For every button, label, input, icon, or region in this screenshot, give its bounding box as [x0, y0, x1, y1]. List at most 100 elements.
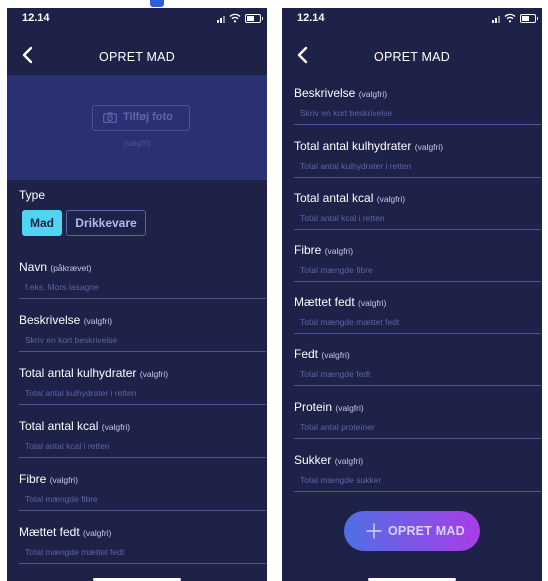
- field-underline: [19, 404, 266, 405]
- field-label-text: Total antal kulhydrater: [19, 366, 137, 380]
- field-label: Total antal kcal (valgfri): [19, 419, 130, 433]
- field-underline: [294, 438, 541, 439]
- nav-bar: OPRET MAD: [282, 40, 542, 76]
- field-label: Fibre (valgfri): [294, 243, 353, 257]
- field-underline: [294, 177, 541, 178]
- kcal-input[interactable]: [19, 436, 266, 456]
- field-optional-hint: (valgfri): [358, 298, 387, 308]
- field-label-text: Fedt: [294, 347, 319, 361]
- field-optional-hint: (valgfri): [376, 194, 406, 204]
- field-optional-hint: (valgfri): [414, 142, 444, 152]
- field-underline: [294, 124, 541, 125]
- signal-icon: [495, 18, 497, 23]
- field-underline: [294, 229, 541, 230]
- field-label: Mættet fedt (valgfri): [294, 295, 386, 309]
- signal-icon: [220, 18, 222, 23]
- field-maettet-fedt: Mættet fedt (valgfri): [294, 295, 541, 339]
- status-time: 12.14: [297, 12, 325, 24]
- photo-optional-text: (valgfri): [123, 139, 151, 148]
- fedt-input[interactable]: [294, 364, 541, 384]
- navn-input[interactable]: [19, 277, 266, 297]
- field-underline: [19, 298, 266, 299]
- field-optional-hint: (valgfri): [139, 369, 169, 379]
- field-label-text: Navn: [19, 260, 48, 274]
- field-optional-hint: (valgfri): [324, 246, 354, 256]
- beskrivelse-input[interactable]: [294, 103, 541, 123]
- field-underline: [19, 563, 266, 564]
- top-strip: [0, 0, 548, 8]
- field-underline: [19, 457, 266, 458]
- nav-bar: OPRET MAD: [7, 38, 267, 74]
- phone-screen-2: 12.14 OPRET MAD Beskrivelse (valgfri) To…: [282, 8, 542, 581]
- add-photo-button[interactable]: Tilføj foto: [92, 105, 190, 131]
- field-label-text: Beskrivelse: [294, 86, 356, 100]
- field-optional-hint: (valgfri): [335, 403, 364, 413]
- protein-input[interactable]: [294, 417, 541, 437]
- field-maettet-fedt: Mættet fedt (valgfri): [19, 525, 266, 569]
- camera-icon: [103, 112, 117, 123]
- field-label: Total antal kulhydrater (valgfri): [294, 139, 443, 153]
- status-icons: [199, 13, 263, 23]
- field-navn: Navn (påkrævet): [19, 260, 266, 304]
- field-optional-hint: (valgfri): [49, 475, 79, 485]
- signal-icon: [498, 16, 500, 23]
- status-time: 12.14: [22, 12, 50, 24]
- sukker-input[interactable]: [294, 470, 541, 490]
- field-label: Total antal kcal (valgfri): [294, 191, 405, 205]
- field-optional-hint: (valgfri): [321, 350, 350, 360]
- field-label-text: Total antal kcal: [294, 191, 374, 205]
- field-optional-hint: (valgfri): [358, 89, 388, 99]
- field-underline: [19, 510, 266, 511]
- field-kcal: Total antal kcal (valgfri): [294, 191, 541, 235]
- fibre-input[interactable]: [294, 260, 541, 280]
- field-kcal: Total antal kcal (valgfri): [19, 419, 266, 463]
- create-food-label: OPRET MAD: [388, 524, 465, 538]
- field-protein: Protein (valgfri): [294, 400, 541, 444]
- plus-icon: [366, 523, 382, 539]
- field-label-text: Mættet fedt: [294, 295, 355, 309]
- field-label: Fibre (valgfri): [19, 472, 78, 486]
- field-label: Total antal kulhydrater (valgfri): [19, 366, 168, 380]
- phone-screen-1: 12.14 OPRET MAD Tilføj foto (valgfri) Ty…: [7, 8, 267, 581]
- field-optional-hint: (valgfri): [101, 422, 131, 432]
- signal-icon: [217, 20, 219, 23]
- wifi-icon: [229, 13, 241, 23]
- page-title: OPRET MAD: [374, 50, 450, 64]
- photo-area: Tilføj foto (valgfri): [7, 75, 267, 180]
- field-beskrivelse: Beskrivelse (valgfri): [294, 86, 541, 130]
- field-optional-hint: (valgfri): [334, 456, 364, 466]
- fibre-input[interactable]: [19, 489, 266, 509]
- field-optional-hint: (valgfri): [83, 316, 113, 326]
- field-label-text: Beskrivelse: [19, 313, 81, 327]
- field-label: Sukker (valgfri): [294, 453, 363, 467]
- field-kulhydrater: Total antal kulhydrater (valgfri): [294, 139, 541, 183]
- field-label: Mættet fedt (valgfri): [19, 525, 111, 539]
- beskrivelse-input[interactable]: [19, 330, 266, 350]
- type-option-mad[interactable]: Mad: [22, 210, 62, 236]
- maettet-fedt-input[interactable]: [294, 312, 541, 332]
- field-underline: [294, 281, 541, 282]
- field-label: Protein (valgfri): [294, 400, 364, 414]
- type-label: Type: [19, 188, 46, 202]
- blue-accent-mark: [150, 0, 164, 7]
- field-fedt: Fedt (valgfri): [294, 347, 541, 391]
- field-label: Fedt (valgfri): [294, 347, 350, 361]
- field-underline: [294, 491, 541, 492]
- field-underline: [294, 333, 541, 334]
- create-food-button[interactable]: OPRET MAD: [344, 511, 480, 551]
- field-sukker: Sukker (valgfri): [294, 453, 541, 497]
- signal-icon: [223, 16, 225, 23]
- page-title: OPRET MAD: [99, 50, 175, 64]
- field-label-text: Total antal kcal: [19, 419, 99, 433]
- maettet-fedt-input[interactable]: [19, 542, 266, 562]
- kulhydrater-input[interactable]: [294, 156, 541, 176]
- field-label-text: Fibre: [19, 472, 47, 486]
- type-option-drikkevare[interactable]: Drikkevare: [66, 210, 146, 236]
- field-label-text: Sukker: [294, 453, 332, 467]
- field-fibre: Fibre (valgfri): [19, 472, 266, 516]
- field-label-text: Mættet fedt: [19, 525, 80, 539]
- kulhydrater-input[interactable]: [19, 383, 266, 403]
- field-label: Beskrivelse (valgfri): [19, 313, 112, 327]
- field-optional-hint: (valgfri): [83, 528, 112, 538]
- kcal-input[interactable]: [294, 208, 541, 228]
